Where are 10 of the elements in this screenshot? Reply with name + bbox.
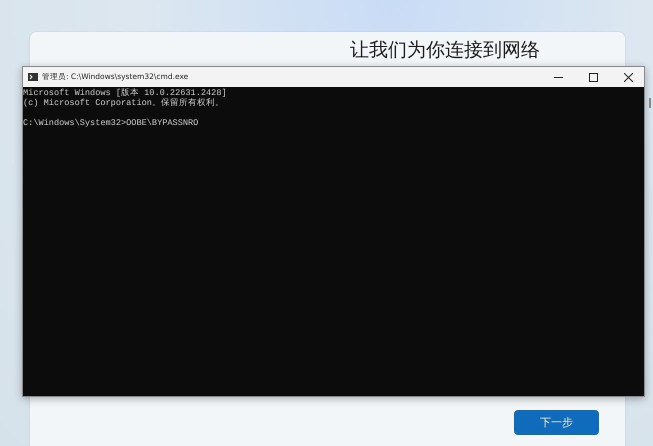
minimize-icon (554, 76, 563, 78)
console-line: Microsoft Windows [版本 10.0.22631.2428] (23, 88, 228, 98)
terminal-icon (28, 73, 38, 81)
close-icon (624, 72, 633, 82)
maximize-icon (589, 72, 598, 82)
scrollbar-thumb[interactable] (649, 98, 651, 108)
console-line: C:\Windows\System32>OOBE\BYPASSNRO (23, 118, 200, 128)
next-button[interactable]: 下一步 (514, 410, 599, 435)
console-line: (c) Microsoft Corporation。保留所有权利。 (23, 98, 225, 108)
page-heading: 让我们为你连接到网络 (350, 39, 540, 62)
